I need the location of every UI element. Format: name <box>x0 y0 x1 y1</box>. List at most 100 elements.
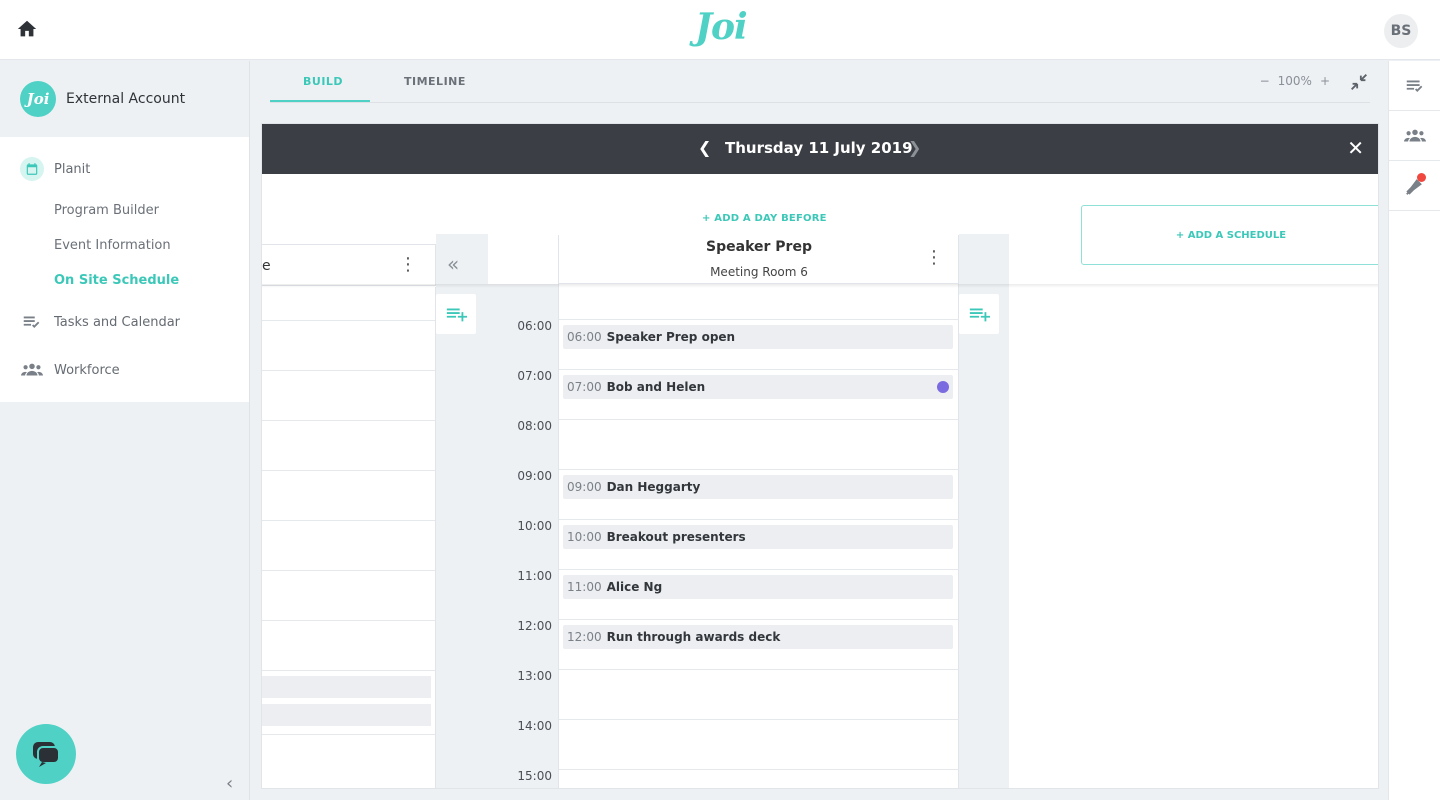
calendar-icon <box>20 157 44 181</box>
time-label: 10:00 <box>517 519 552 533</box>
tab-timeline[interactable]: TIMELINE <box>404 75 466 88</box>
nav-sub-program-builder[interactable]: Program Builder <box>0 193 249 228</box>
event-time: 10:00 <box>567 530 602 544</box>
header-shadow <box>262 284 1378 288</box>
schedule-event[interactable]: 06:00 Speaker Prep open <box>563 325 953 349</box>
event-name: Dan Heggarty <box>606 480 701 494</box>
time-axis: 06:00 07:00 08:00 09:00 10:00 11:00 12:0… <box>488 284 558 788</box>
exit-fullscreen-icon[interactable] <box>1348 71 1370 93</box>
time-slot[interactable] <box>262 621 435 671</box>
zoom-out-button[interactable]: − <box>1260 74 1270 88</box>
tasks-icon <box>1406 80 1422 92</box>
time-slot[interactable]: 11:00 Alice Ng <box>559 570 959 620</box>
time-label: 09:00 <box>517 469 552 483</box>
user-avatar[interactable]: BS <box>1384 14 1418 48</box>
time-slot[interactable] <box>559 770 959 788</box>
active-tab-indicator <box>270 100 370 102</box>
add-session-button[interactable] <box>436 294 476 334</box>
time-label: 13:00 <box>517 669 552 683</box>
time-slot[interactable] <box>559 420 959 470</box>
account-logo: Joi <box>20 81 56 117</box>
time-slot[interactable] <box>262 287 435 321</box>
time-label: 07:00 <box>517 369 552 383</box>
time-label: 12:00 <box>517 619 552 633</box>
home-icon[interactable] <box>16 18 38 40</box>
notification-badge <box>1417 173 1426 182</box>
rail-notifications-button[interactable] <box>1389 161 1440 211</box>
date-header: ❮ Thursday 11 July 2019 ❯ ✕ <box>262 124 1378 174</box>
chat-icon <box>33 742 60 767</box>
time-label: 08:00 <box>517 419 552 433</box>
time-slot[interactable] <box>262 571 435 621</box>
schedule-event[interactable]: 07:00 Bob and Helen <box>563 375 953 399</box>
kebab-menu-icon[interactable]: ⋮ <box>925 247 943 268</box>
double-chevron-left-icon[interactable]: « <box>447 252 459 276</box>
close-icon[interactable]: ✕ <box>1347 136 1364 160</box>
right-rail <box>1388 61 1440 800</box>
kebab-menu-icon[interactable]: ⋮ <box>399 254 417 275</box>
time-slot[interactable] <box>559 670 959 720</box>
chevron-left-icon[interactable]: ❮ <box>698 138 711 157</box>
speaker-prep-column: Speaker Prep Meeting Room 6 ⋮ 06:00 Spea… <box>558 235 959 788</box>
nav-item-planit[interactable]: Planit <box>0 145 249 193</box>
column-title: e <box>262 258 271 274</box>
time-slot[interactable] <box>262 371 435 421</box>
schedule-event[interactable]: 09:00 Dan Heggarty <box>563 475 953 499</box>
top-bar: Joi BS <box>0 0 1440 60</box>
schedule-column-header: Speaker Prep Meeting Room 6 ⋮ <box>559 235 959 284</box>
playlist-add-icon <box>969 308 990 322</box>
add-schedule-button[interactable]: + ADD A SCHEDULE <box>1081 205 1378 265</box>
current-date: Thursday 11 July 2019 <box>725 139 913 157</box>
time-label: 15:00 <box>517 769 552 783</box>
nav-label-workforce: Workforce <box>54 362 120 378</box>
time-slot[interactable]: 10:00 Breakout presenters <box>559 520 959 570</box>
people-icon <box>1403 129 1426 141</box>
column-location: Meeting Room 6 <box>710 265 808 279</box>
event-name: Speaker Prep open <box>606 330 736 344</box>
nav-item-tasks[interactable]: Tasks and Calendar <box>0 298 249 346</box>
time-slot[interactable] <box>262 471 435 521</box>
time-slot[interactable]: 12:00 Run through awards deck <box>559 620 959 670</box>
time-slot[interactable] <box>262 521 435 571</box>
schedule-event[interactable]: 12:00 Run through awards deck <box>563 625 953 649</box>
rail-people-button[interactable] <box>1389 111 1440 161</box>
account-switcher[interactable]: Joi External Account <box>0 61 249 137</box>
column-title: Speaker Prep <box>706 239 812 255</box>
time-label: 11:00 <box>517 569 552 583</box>
event-time: 11:00 <box>567 580 602 594</box>
nav-sub-event-information[interactable]: Event Information <box>0 228 249 263</box>
zoom-in-button[interactable]: + <box>1320 74 1330 88</box>
time-slot[interactable]: 09:00 Dan Heggarty <box>559 470 959 520</box>
chevron-right-icon[interactable]: ❯ <box>908 138 921 157</box>
schedule-event[interactable]: 11:00 Alice Ng <box>563 575 953 599</box>
people-icon <box>20 358 44 382</box>
time-slot[interactable] <box>262 321 435 371</box>
schedule-event[interactable] <box>262 704 431 726</box>
time-slot[interactable] <box>262 421 435 471</box>
zoom-control: − 100% + <box>1260 74 1330 88</box>
event-name: Run through awards deck <box>606 630 781 644</box>
add-day-before-link[interactable]: + ADD A DAY BEFORE <box>702 213 827 224</box>
event-time: 07:00 <box>567 380 602 394</box>
schedule-column-body: 06:00 Speaker Prep open 07:00 Bob and He… <box>559 284 959 788</box>
schedule-event[interactable]: 10:00 Breakout presenters <box>563 525 953 549</box>
nav-sub-on-site-schedule[interactable]: On Site Schedule <box>0 263 249 298</box>
time-slot[interactable]: 06:00 Speaker Prep open <box>559 320 959 370</box>
app-logo[interactable]: Joi <box>695 6 748 48</box>
time-slot[interactable] <box>559 720 959 770</box>
chat-launcher-button[interactable] <box>16 724 76 784</box>
event-status-dot <box>937 381 949 393</box>
schedule-event[interactable] <box>262 676 431 698</box>
playlist-add-icon <box>446 308 467 322</box>
tab-build[interactable]: BUILD <box>303 75 343 88</box>
rail-tasks-button[interactable] <box>1389 61 1440 111</box>
nav-label-planit: Planit <box>54 161 91 177</box>
nav-item-workforce[interactable]: Workforce <box>0 346 249 394</box>
time-slot[interactable] <box>559 284 959 320</box>
add-session-button[interactable] <box>959 294 999 334</box>
nav-label-tasks: Tasks and Calendar <box>54 314 181 330</box>
time-slot[interactable]: 07:00 Bob and Helen <box>559 370 959 420</box>
account-name: External Account <box>66 91 186 107</box>
zoom-level: 100% <box>1277 74 1312 88</box>
collapse-sidebar-button[interactable]: ‹ <box>226 773 233 794</box>
